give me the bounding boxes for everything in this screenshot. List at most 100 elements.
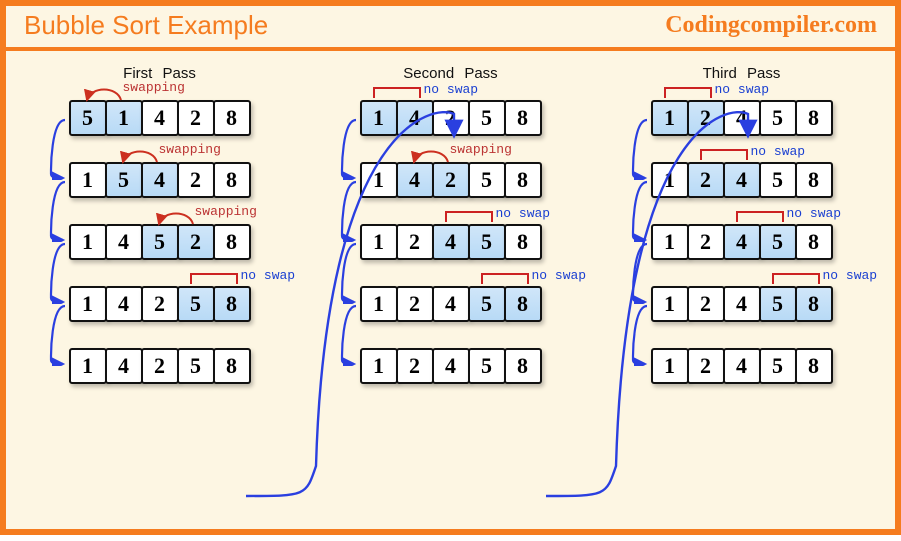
diagram-title: Bubble Sort Example xyxy=(24,10,268,41)
noswap-label: no swap xyxy=(424,82,479,97)
array-cell: 1 xyxy=(69,286,107,322)
array-cell: 5 xyxy=(759,286,797,322)
array-cell: 8 xyxy=(213,286,251,322)
array-cell: 2 xyxy=(687,348,725,384)
array-cell: 2 xyxy=(396,348,434,384)
array-state: 12458no swap xyxy=(651,162,833,198)
pass-column: Third Pass12458no swap12458no swap12458n… xyxy=(602,59,881,517)
array-state: 51428swapping xyxy=(69,100,251,136)
pass-title: Second Pass xyxy=(403,65,497,82)
array-cell: 2 xyxy=(687,100,725,136)
array-cell: 8 xyxy=(504,286,542,322)
array-cell: 5 xyxy=(759,224,797,260)
array-cell: 4 xyxy=(141,162,179,198)
array-cell: 5 xyxy=(69,100,107,136)
noswap-label: no swap xyxy=(823,268,878,283)
array-cell: 8 xyxy=(504,348,542,384)
flow-arrow-icon xyxy=(629,304,653,371)
diagram-frame: Bubble Sort Example Codingcompiler.com F… xyxy=(0,0,901,535)
flow-arrow-icon xyxy=(47,180,71,247)
noswap-label: no swap xyxy=(715,82,770,97)
array-state: 12458no swap xyxy=(651,100,833,136)
array-cell: 2 xyxy=(141,286,179,322)
array-cell: 8 xyxy=(504,162,542,198)
array-cell: 8 xyxy=(213,162,251,198)
array-cell: 8 xyxy=(213,348,251,384)
array-cell: 1 xyxy=(360,162,398,198)
array-cell: 5 xyxy=(468,162,506,198)
array-cell: 4 xyxy=(723,348,761,384)
array-cell: 2 xyxy=(687,286,725,322)
flow-arrow-icon xyxy=(338,118,362,185)
array-cell: 4 xyxy=(723,224,761,260)
flow-arrow-icon xyxy=(629,242,653,309)
array-state: 12458 xyxy=(651,348,833,384)
noswap-label: no swap xyxy=(496,206,551,221)
array-cell: 8 xyxy=(795,286,833,322)
pass-column: First Pass51428swapping15428swapping1452… xyxy=(20,59,299,517)
array-cell: 1 xyxy=(360,224,398,260)
array-cell: 2 xyxy=(687,224,725,260)
flow-arrow-icon xyxy=(47,118,71,185)
array-cell: 5 xyxy=(759,100,797,136)
array-cell: 5 xyxy=(759,162,797,198)
array-cell: 8 xyxy=(213,224,251,260)
array-cell: 2 xyxy=(141,348,179,384)
array-state: 12458 xyxy=(360,348,542,384)
flow-arrow-icon xyxy=(338,242,362,309)
array-cell: 4 xyxy=(723,100,761,136)
array-state: 14258 xyxy=(69,348,251,384)
array-cell: 5 xyxy=(759,348,797,384)
noswap-label: no swap xyxy=(241,268,296,283)
array-cell: 1 xyxy=(360,286,398,322)
array-cell: 2 xyxy=(687,162,725,198)
array-cell: 1 xyxy=(651,224,689,260)
noswap-label: no swap xyxy=(787,206,842,221)
array-state: 14258no swap xyxy=(69,286,251,322)
array-cell: 2 xyxy=(432,100,470,136)
array-cell: 4 xyxy=(396,162,434,198)
array-cell: 2 xyxy=(396,286,434,322)
array-cell: 2 xyxy=(177,224,215,260)
array-cell: 2 xyxy=(432,162,470,198)
array-cell: 1 xyxy=(360,100,398,136)
flow-arrow-icon xyxy=(629,118,653,185)
array-cell: 4 xyxy=(432,286,470,322)
noswap-label: no swap xyxy=(532,268,587,283)
array-cell: 4 xyxy=(432,224,470,260)
array-cell: 8 xyxy=(795,348,833,384)
flow-arrow-icon xyxy=(338,304,362,371)
array-cell: 4 xyxy=(432,348,470,384)
flow-arrow-icon xyxy=(629,180,653,247)
array-state: 12458no swap xyxy=(360,224,542,260)
array-cell: 5 xyxy=(468,100,506,136)
array-cell: 8 xyxy=(795,100,833,136)
array-cell: 4 xyxy=(723,162,761,198)
array-cell: 4 xyxy=(105,348,143,384)
array-cell: 8 xyxy=(213,100,251,136)
array-cell: 1 xyxy=(651,162,689,198)
noswap-label: no swap xyxy=(751,144,806,159)
title-bar: Bubble Sort Example Codingcompiler.com xyxy=(6,6,895,51)
array-cell: 8 xyxy=(795,224,833,260)
array-cell: 1 xyxy=(651,286,689,322)
array-cell: 1 xyxy=(651,348,689,384)
array-cell: 1 xyxy=(651,100,689,136)
array-state: 14258no swap xyxy=(360,100,542,136)
pass-column: Second Pass14258no swap14258swapping1245… xyxy=(311,59,590,517)
swap-label: swapping xyxy=(450,142,512,157)
array-state: 12458no swap xyxy=(651,224,833,260)
flow-arrow-icon xyxy=(47,304,71,371)
array-cell: 4 xyxy=(723,286,761,322)
array-cell: 4 xyxy=(396,100,434,136)
array-state: 14528swapping xyxy=(69,224,251,260)
swap-label: swapping xyxy=(195,204,257,219)
array-cell: 4 xyxy=(141,100,179,136)
flow-arrow-icon xyxy=(47,242,71,309)
source-site: Codingcompiler.com xyxy=(665,12,877,39)
array-cell: 2 xyxy=(396,224,434,260)
array-state: 15428swapping xyxy=(69,162,251,198)
array-cell: 8 xyxy=(504,224,542,260)
flow-arrow-icon xyxy=(338,180,362,247)
array-state: 12458no swap xyxy=(360,286,542,322)
